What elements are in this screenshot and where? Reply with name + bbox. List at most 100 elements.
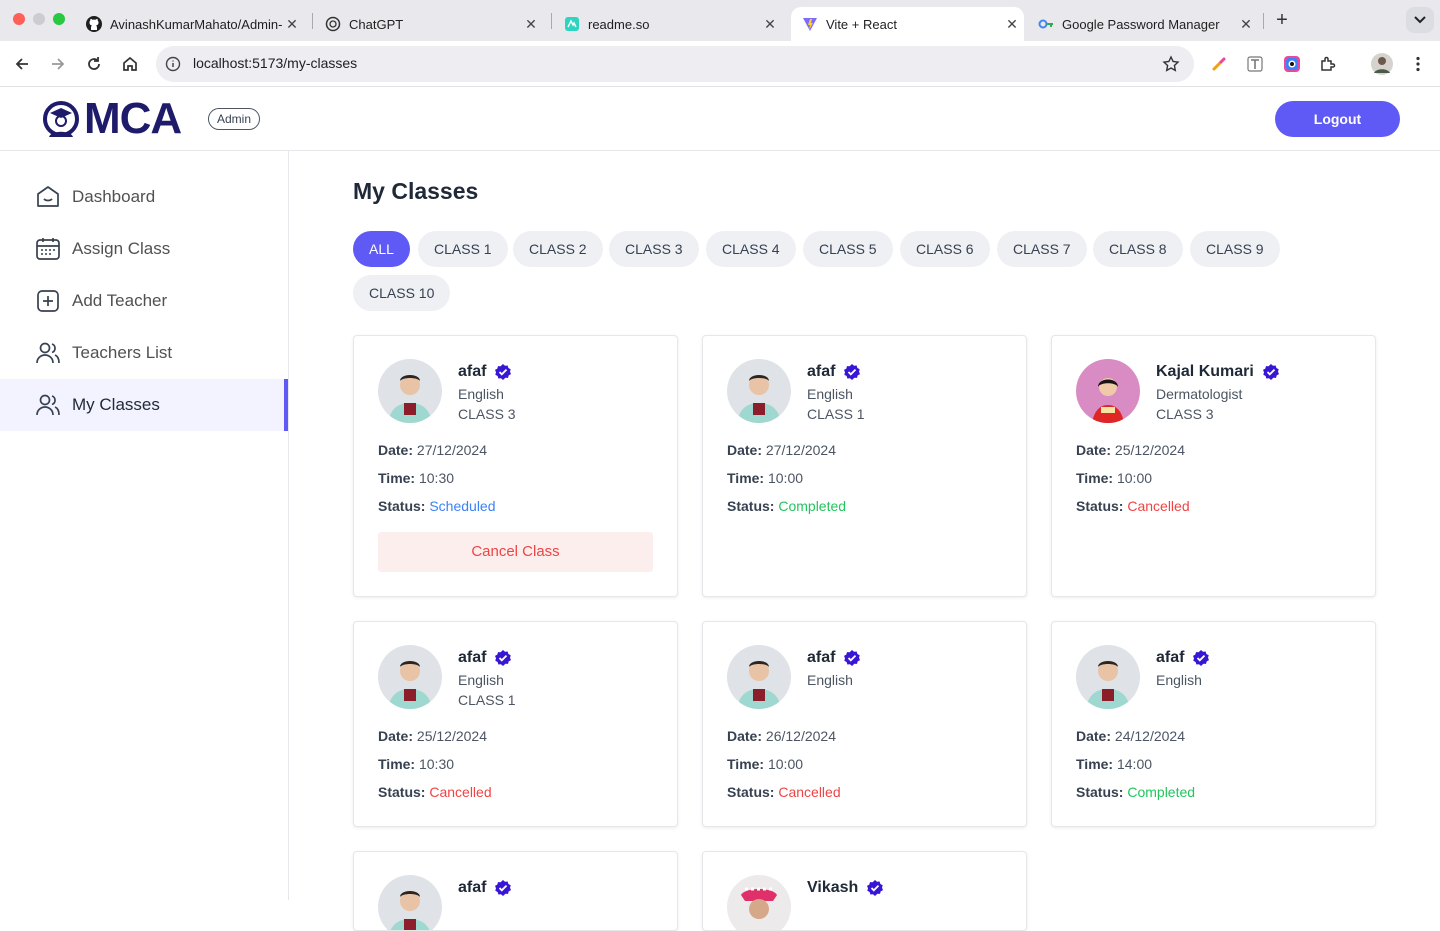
browser-tab-github[interactable]: AvinashKumarMahato/Admin- ✕: [76, 7, 304, 41]
address-bar[interactable]: localhost:5173/my-classes: [156, 46, 1194, 82]
date-label: Date:: [727, 728, 763, 744]
class-card: afaf English CLASS 1 Date: 25/12/2024 Ti…: [353, 621, 678, 827]
home-button[interactable]: [118, 52, 142, 76]
sidebar-item-my-classes[interactable]: My Classes: [0, 379, 288, 431]
verified-badge-icon: [495, 880, 512, 896]
browser-tab-vite[interactable]: Vite + React ✕: [791, 7, 1024, 41]
teacher-subject: Dermatologist: [1156, 386, 1243, 402]
graduate-logo-icon: [43, 101, 79, 137]
class-name: CLASS 1: [458, 692, 516, 708]
filter-chip-class-4[interactable]: CLASS 4: [706, 231, 796, 267]
time-value: 10:00: [767, 756, 804, 772]
browser-menu-button[interactable]: [1406, 52, 1430, 76]
profile-avatar[interactable]: [1370, 52, 1394, 76]
tab-divider: [312, 13, 313, 29]
browser-tab-readme[interactable]: readme.so ✕: [554, 7, 782, 41]
teacher-subject: English: [807, 672, 853, 688]
sidebar-item-assign-class[interactable]: Assign Class: [0, 223, 288, 275]
reload-button[interactable]: [82, 52, 106, 76]
tab-title: Vite + React: [826, 16, 897, 32]
class-card: afaf English CLASS 1 Date: 27/12/2024 Ti…: [702, 335, 1027, 597]
class-status: Status: Cancelled: [727, 784, 841, 800]
add-icon: [35, 288, 61, 314]
browser-tab-password-manager[interactable]: Google Password Manager ✕: [1030, 7, 1258, 41]
bookmark-star-icon[interactable]: [1162, 55, 1180, 73]
filter-chip-class-10[interactable]: CLASS 10: [353, 275, 451, 311]
info-icon[interactable]: [165, 56, 181, 72]
class-card: afaf English Date: 24/12/2024 Time: 14:0…: [1051, 621, 1376, 827]
filter-chip-class-8[interactable]: CLASS 8: [1093, 231, 1183, 267]
date-label: Date:: [727, 442, 763, 458]
close-icon[interactable]: ✕: [1238, 16, 1254, 32]
close-icon[interactable]: ✕: [523, 16, 539, 32]
window-minimize-button[interactable]: [33, 13, 45, 25]
class-date: Date: 24/12/2024: [1076, 728, 1185, 744]
sidebar-item-dashboard[interactable]: Dashboard: [0, 171, 288, 223]
class-time: Time: 10:30: [378, 756, 454, 772]
date-value: 25/12/2024: [1114, 442, 1185, 458]
tab-title: ChatGPT: [349, 16, 404, 32]
cancel-class-button[interactable]: Cancel Class: [378, 532, 653, 572]
tab-title: readme.so: [588, 16, 650, 32]
filter-chip-class-3[interactable]: CLASS 3: [609, 231, 699, 267]
chatgpt-icon: [325, 16, 341, 32]
new-tab-button[interactable]: +: [1272, 10, 1292, 30]
class-card: afaf English Date: 26/12/2024 Time: 10:0…: [702, 621, 1027, 827]
extensions-button[interactable]: [1316, 52, 1340, 76]
teacher-avatar: [378, 875, 442, 930]
close-icon[interactable]: ✕: [1004, 16, 1020, 32]
teacher-avatar: [1076, 645, 1140, 709]
tab-divider: [1263, 13, 1264, 29]
class-date: Date: 27/12/2024: [727, 442, 836, 458]
date-label: Date:: [1076, 728, 1112, 744]
time-value: 10:30: [418, 756, 455, 772]
people-icon: [35, 340, 61, 366]
date-value: 25/12/2024: [416, 728, 487, 744]
verified-badge-icon: [495, 364, 512, 380]
sidebar-item-teachers-list[interactable]: Teachers List: [0, 327, 288, 379]
filter-chip-class-7[interactable]: CLASS 7: [997, 231, 1087, 267]
window-close-button[interactable]: [13, 13, 25, 25]
class-status: Status: Completed: [727, 498, 846, 514]
class-date: Date: 27/12/2024: [378, 442, 487, 458]
close-icon[interactable]: ✕: [762, 16, 778, 32]
google-password-icon: [1038, 16, 1054, 32]
teacher-name: afaf: [807, 363, 836, 380]
logo[interactable]: MCA: [40, 97, 182, 141]
tab-search-button[interactable]: [1406, 7, 1434, 33]
forward-button[interactable]: [46, 52, 70, 76]
avatar-icon: [1371, 53, 1393, 75]
color-wheel-icon: [1284, 56, 1300, 72]
filter-chip-class-5[interactable]: CLASS 5: [803, 231, 893, 267]
class-date: Date: 26/12/2024: [727, 728, 836, 744]
sidebar-item-label: Teachers List: [72, 343, 173, 362]
browser-tab-chatgpt[interactable]: ChatGPT ✕: [315, 7, 543, 41]
extension-text[interactable]: [1243, 52, 1267, 76]
extension-color-picker[interactable]: [1207, 52, 1231, 76]
class-card: afaf English CLASS 3 Date: 27/12/2024 Ti…: [353, 335, 678, 597]
eyedropper-icon: [1212, 57, 1226, 71]
logout-button[interactable]: Logout: [1275, 101, 1400, 137]
teacher-subject: English: [1156, 672, 1202, 688]
window-zoom-button[interactable]: [53, 13, 65, 25]
url-text[interactable]: localhost:5173/my-classes: [193, 55, 357, 71]
puzzle-icon: [1321, 56, 1336, 71]
sidebar-item-add-teacher[interactable]: Add Teacher: [0, 275, 288, 327]
teacher-name: Kajal Kumari: [1156, 363, 1254, 380]
teacher-name: afaf: [458, 363, 487, 380]
back-button[interactable]: [10, 52, 34, 76]
filter-chip-class-2[interactable]: CLASS 2: [513, 231, 603, 267]
filter-chip-class-9[interactable]: CLASS 9: [1190, 231, 1280, 267]
class-status: Status: Cancelled: [378, 784, 492, 800]
status-label: Status:: [378, 498, 426, 514]
class-name: CLASS 3: [1156, 406, 1214, 422]
time-label: Time:: [727, 756, 765, 772]
extension-colorful[interactable]: [1280, 52, 1304, 76]
status-label: Status:: [727, 498, 775, 514]
close-icon[interactable]: ✕: [284, 16, 300, 32]
status-value: Completed: [778, 498, 847, 514]
filter-chip-class-1[interactable]: CLASS 1: [418, 231, 508, 267]
filter-chip-all[interactable]: ALL: [353, 231, 410, 267]
verified-badge-icon: [495, 650, 512, 666]
filter-chip-class-6[interactable]: CLASS 6: [900, 231, 990, 267]
